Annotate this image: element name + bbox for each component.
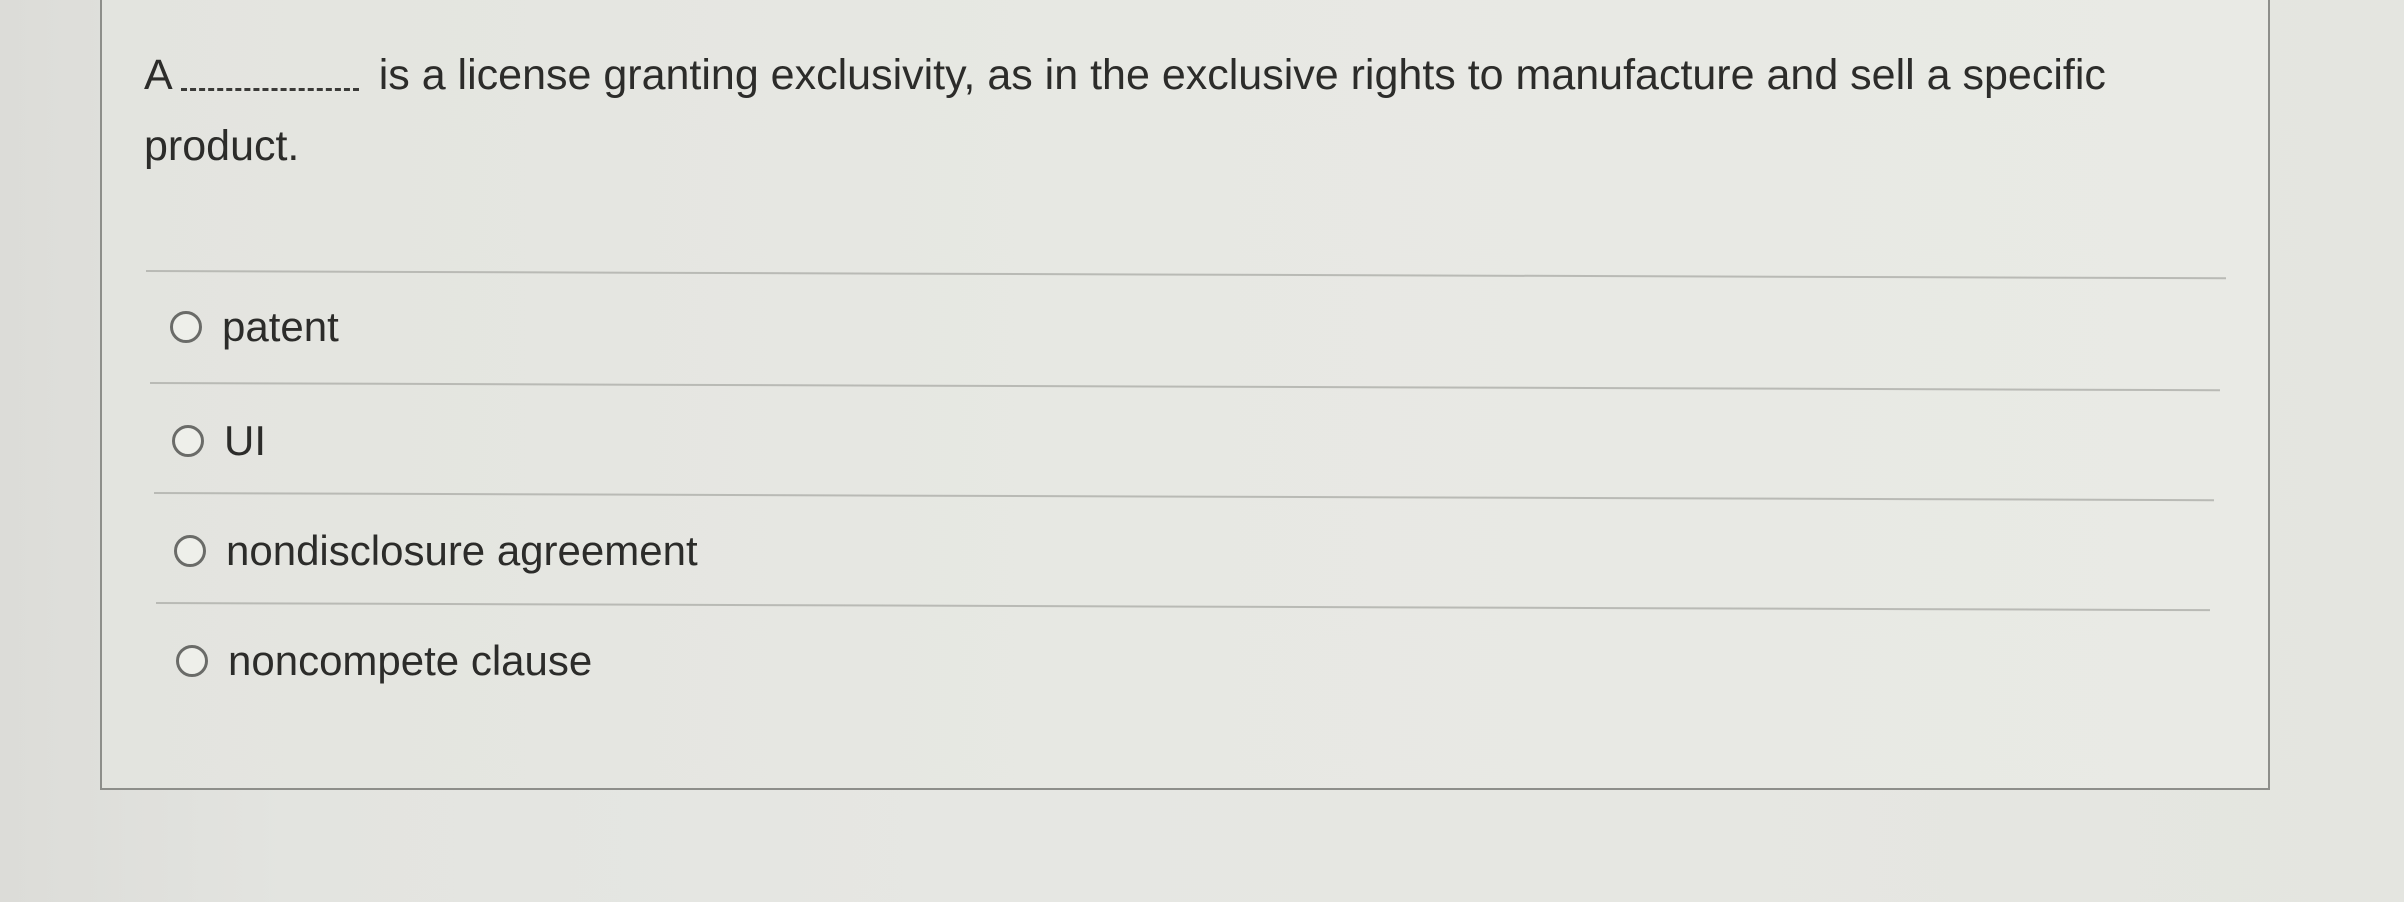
option-label-ui: UI	[224, 417, 266, 464]
radio-ui[interactable]	[172, 425, 204, 457]
option-ui[interactable]: UI	[172, 416, 266, 466]
option-patent[interactable]: patent	[170, 302, 339, 352]
radio-nondisclosure-agreement[interactable]	[174, 535, 206, 567]
option-label-noncompete-clause: noncompete clause	[228, 637, 593, 684]
fill-in-blank	[180, 48, 359, 91]
question-body: is a license granting exclusivity, as in…	[144, 51, 2106, 170]
option-noncompete-clause[interactable]: noncompete clause	[176, 636, 592, 686]
radio-noncompete-clause[interactable]	[176, 645, 208, 677]
radio-patent[interactable]	[170, 311, 202, 343]
option-label-patent: patent	[222, 303, 339, 350]
question-text: Ais a license granting exclusivity, as i…	[144, 40, 2234, 182]
option-label-nondisclosure-agreement: nondisclosure agreement	[226, 527, 698, 574]
question-prefix: A	[144, 51, 173, 99]
option-nondisclosure-agreement[interactable]: nondisclosure agreement	[174, 526, 698, 576]
